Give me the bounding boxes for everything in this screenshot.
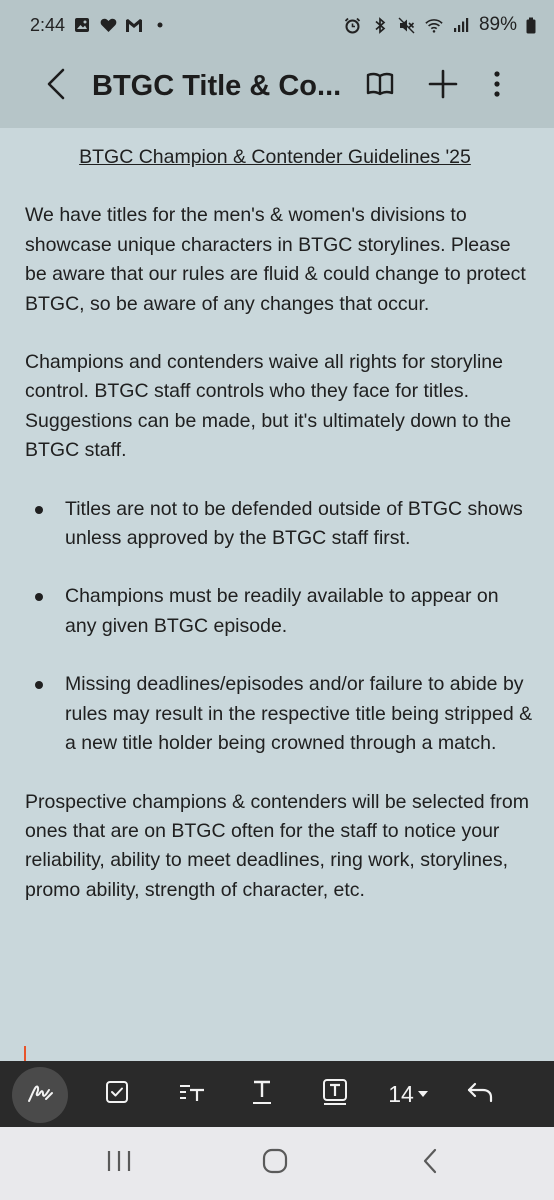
- chevron-left-icon: [422, 1148, 438, 1179]
- more-vertical-icon: [493, 70, 501, 103]
- document-heading: BTGC Champion & Contender Guidelines '25: [79, 146, 471, 168]
- app-bar: BTGC Title & Co...: [0, 50, 554, 128]
- recent-apps-icon: [106, 1149, 132, 1178]
- list-item-text: Champions must be readily available to a…: [65, 585, 499, 637]
- text-box-icon: [322, 1078, 348, 1111]
- font-size-value: 14: [388, 1080, 414, 1107]
- home-icon: [262, 1148, 288, 1179]
- wifi-icon: [425, 16, 443, 34]
- chevron-left-icon: [45, 68, 67, 105]
- rules-list: Titles are not to be defended outside of…: [25, 495, 535, 759]
- dot-icon: [151, 16, 169, 34]
- text-style-button[interactable]: [170, 1070, 214, 1118]
- bullet-icon: [35, 505, 43, 514]
- note-title: BTGC Title & Co...: [92, 70, 342, 102]
- signal-icon: [452, 16, 470, 34]
- back-button[interactable]: [36, 66, 76, 106]
- checkbox-icon: [105, 1080, 129, 1109]
- reading-mode-button[interactable]: [360, 66, 400, 106]
- plus-icon: [428, 69, 458, 104]
- undo-icon: [466, 1080, 494, 1109]
- undo-button[interactable]: [458, 1070, 502, 1118]
- status-bar: 2:44 89%: [0, 0, 554, 50]
- note-content[interactable]: BTGC Champion & Contender Guidelines '25…: [25, 128, 535, 905]
- paragraph-storyline-control: Champions and contenders waive all right…: [25, 351, 512, 462]
- text-format-icon: [250, 1079, 274, 1110]
- system-back-button[interactable]: [400, 1143, 460, 1183]
- pen-icon: [26, 1081, 54, 1110]
- battery-icon: [526, 16, 536, 34]
- mute-icon: [398, 16, 416, 34]
- bluetooth-icon: [371, 16, 389, 34]
- heart-icon: [99, 16, 117, 34]
- list-item: Champions must be readily available to a…: [25, 582, 535, 641]
- book-icon: [366, 72, 394, 101]
- list-item-text: Titles are not to be defended outside of…: [65, 497, 523, 550]
- alarm-icon: [344, 16, 362, 34]
- font-size-dropdown[interactable]: 14: [380, 1070, 436, 1118]
- status-right: 89%: [344, 14, 536, 36]
- paragraph-intro: We have titles for the men's & women's d…: [25, 204, 526, 315]
- list-item-text: Missing deadlines/episodes and/or failur…: [65, 673, 533, 755]
- battery-percentage: 89%: [478, 14, 517, 35]
- bullet-icon: [35, 593, 43, 602]
- text-style-icon: [178, 1080, 206, 1109]
- text-format-button[interactable]: [240, 1070, 284, 1118]
- list-item: Missing deadlines/episodes and/or failur…: [25, 670, 535, 758]
- gmail-icon: [125, 16, 143, 34]
- caret-down-icon: [417, 1085, 428, 1103]
- text-box-button[interactable]: [313, 1070, 357, 1118]
- system-navigation-bar: [0, 1127, 554, 1200]
- checkbox-button[interactable]: [95, 1070, 139, 1118]
- add-button[interactable]: [421, 66, 465, 106]
- status-time: 2:44: [30, 14, 66, 35]
- bullet-icon: [35, 681, 43, 690]
- paragraph-closing: Prospective champions & contenders will …: [25, 790, 529, 901]
- more-options-button[interactable]: [480, 66, 514, 106]
- image-icon: [73, 16, 91, 34]
- list-item: Titles are not to be defended outside of…: [25, 495, 535, 554]
- handwriting-pen-button[interactable]: [12, 1067, 68, 1123]
- text-cursor: [24, 1046, 26, 1062]
- recent-apps-button[interactable]: [89, 1143, 149, 1183]
- formatting-toolbar: 14: [0, 1061, 554, 1127]
- status-left: 2:44: [30, 15, 169, 36]
- home-button[interactable]: [245, 1143, 305, 1183]
